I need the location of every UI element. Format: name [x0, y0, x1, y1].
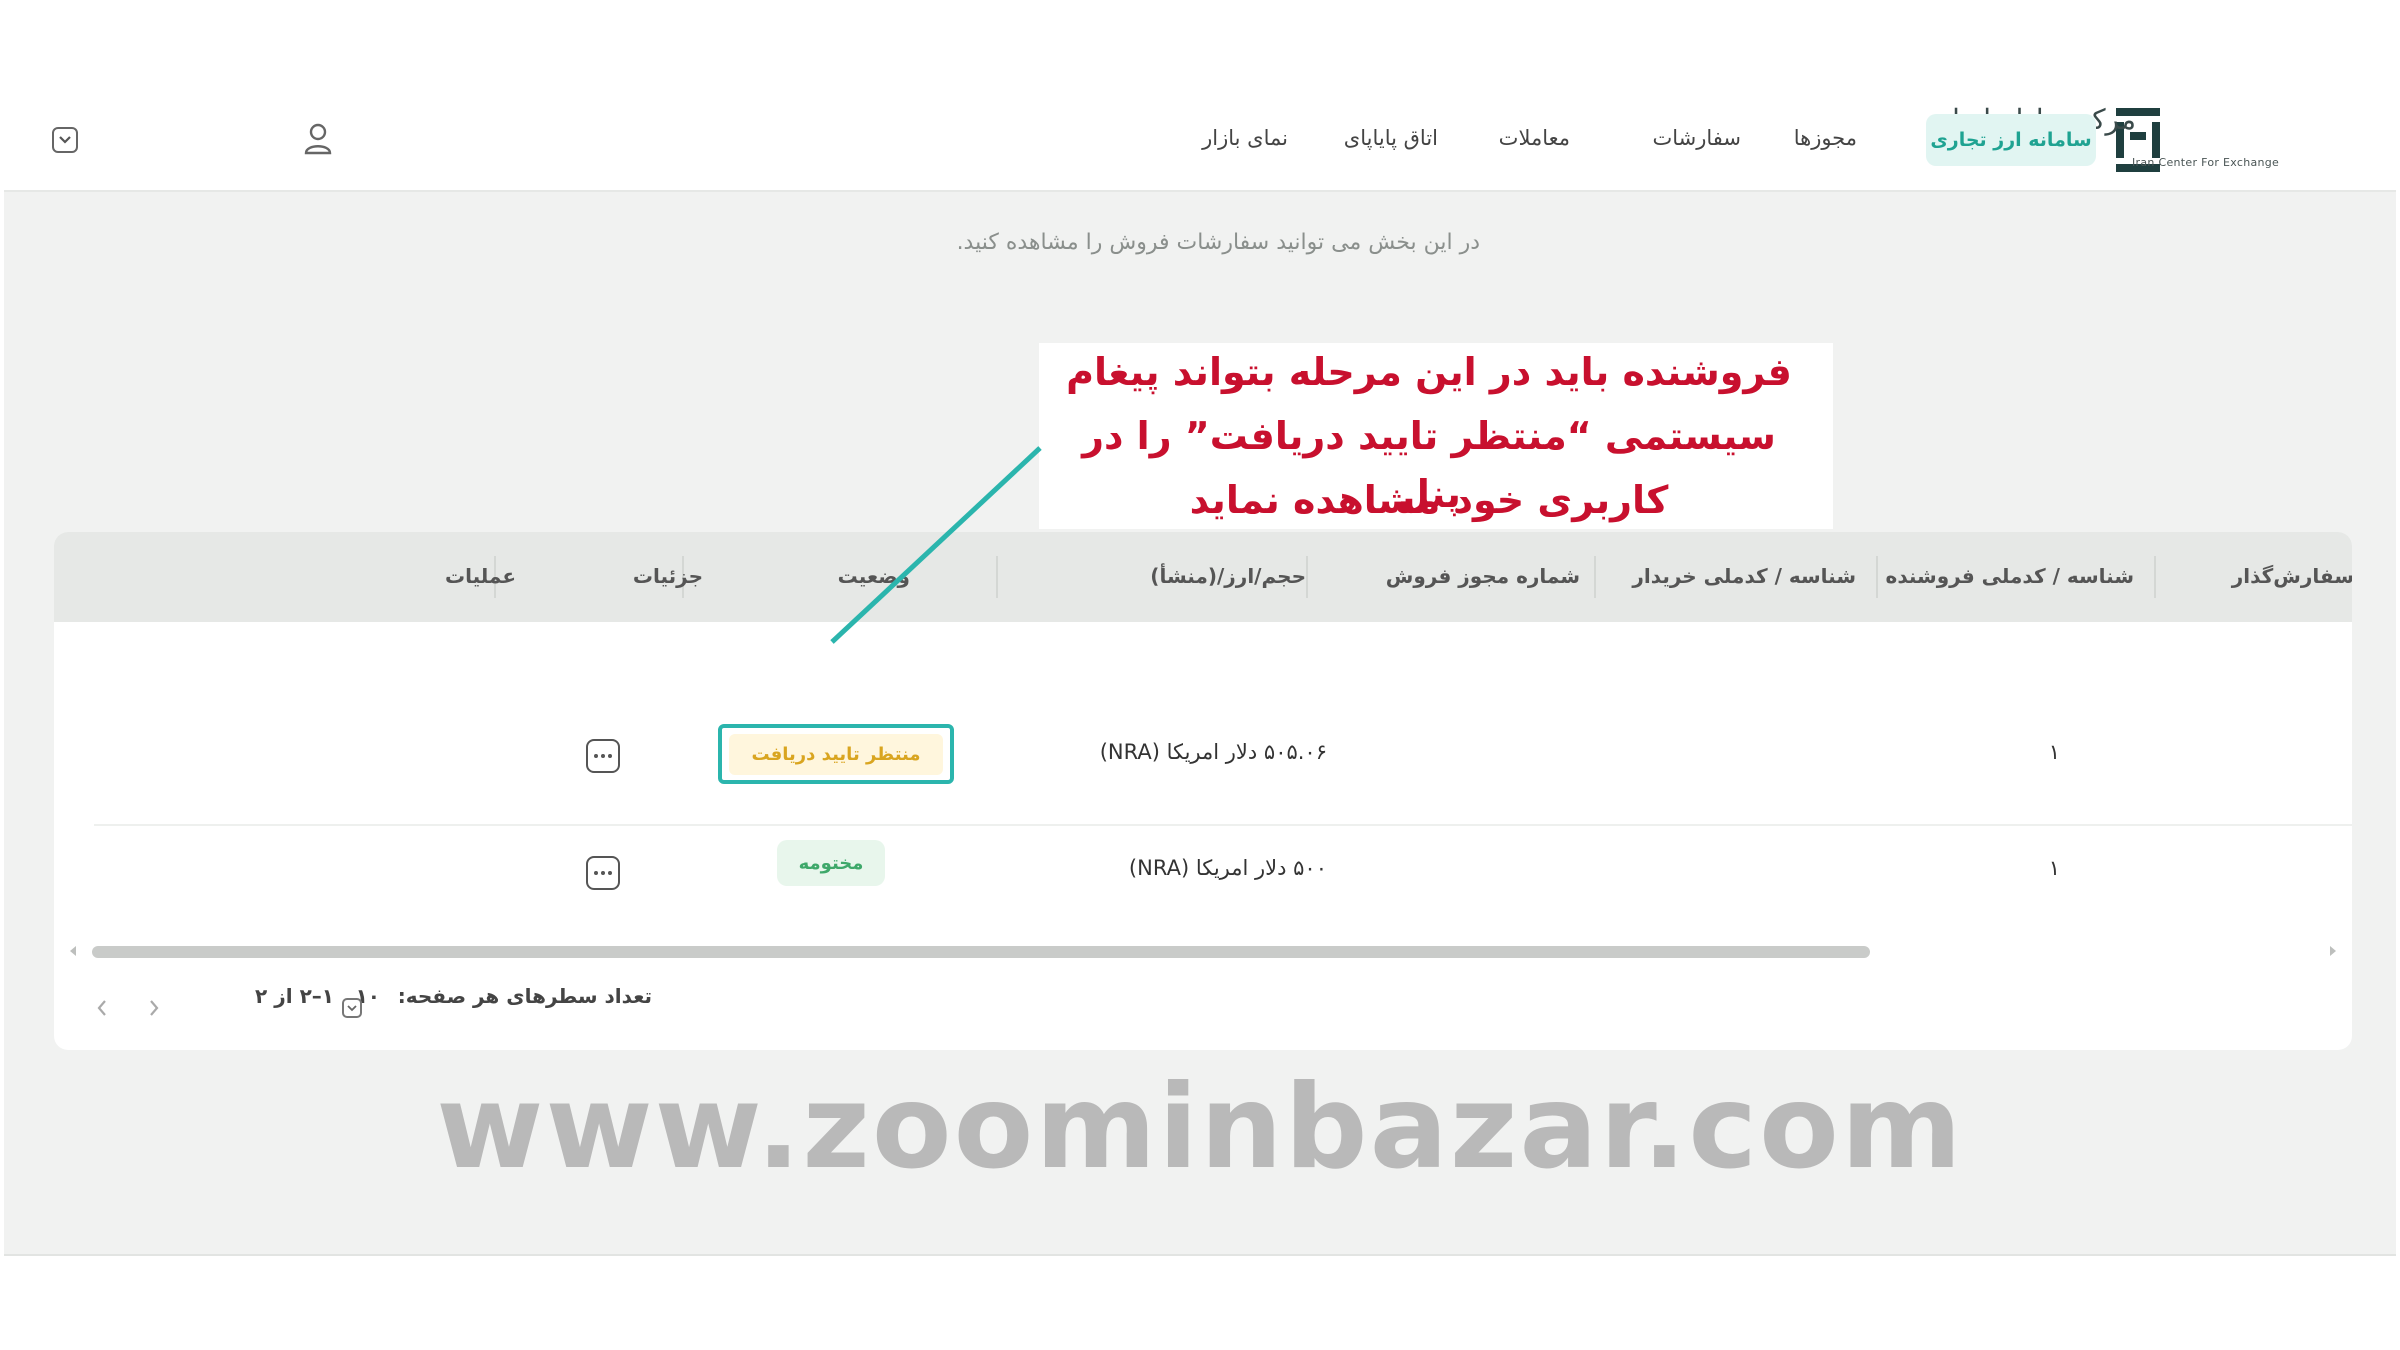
column-divider: [1876, 556, 1878, 598]
callout-line-1: فروشنده باید در این مرحله بتواند پیغام: [1066, 350, 1792, 394]
column-header-details: جزئیات: [632, 564, 703, 588]
dot: [594, 754, 598, 758]
status-badge-pending: منتظر تایید دریافت: [718, 724, 954, 784]
pagination-bar: تعداد سطرهای هر صفحه: ۱۰ ۱–۲ از ۲: [54, 960, 2352, 1050]
nav-item-trades[interactable]: معاملات: [1499, 126, 1570, 150]
rows-per-page-label: تعداد سطرهای هر صفحه:: [397, 984, 652, 1008]
column-header-status: وضعیت: [837, 564, 910, 588]
row-divider: [94, 824, 2352, 826]
column-divider: [996, 556, 998, 598]
dot: [601, 871, 605, 875]
dot: [601, 754, 605, 758]
dot: [608, 871, 612, 875]
scrollbar-thumb[interactable]: [92, 946, 1870, 958]
column-header-orderer: سفارش‌گذار: [2231, 564, 2352, 588]
scroll-left-icon[interactable]: [66, 944, 80, 958]
column-header-buyer-id: شناسه / کدملی خریدار: [1632, 564, 1856, 588]
dot: [608, 754, 612, 758]
nav-item-market-view[interactable]: نمای بازار: [1202, 126, 1288, 150]
column-header-license-number: شماره مجوز فروش: [1385, 564, 1580, 588]
column-divider: [2154, 556, 2156, 598]
previous-page-icon[interactable]: [92, 996, 112, 1020]
column-header-operations: عملیات: [444, 564, 516, 588]
chevron-down-icon[interactable]: [52, 127, 78, 153]
nav-item-clearing-room[interactable]: اتاق پایاپای: [1344, 126, 1438, 150]
amount-cell: ۵۰۰ دلار امریکا (NRA): [1128, 856, 1327, 880]
dot: [594, 871, 598, 875]
callout-line-3: کاربری خود مشاهده نماید: [1189, 478, 1669, 522]
seller-id-cell: ۱: [2048, 856, 2060, 880]
horizontal-scrollbar[interactable]: [66, 942, 2340, 960]
top-navigation-bar: مرکز مبادله ایران Iran Center For Exchan…: [4, 90, 2396, 192]
orders-table: سفارش‌گذار شناسه / کدملی فروشنده شناسه /…: [54, 532, 2352, 974]
app-window: مرکز مبادله ایران Iran Center For Exchan…: [4, 90, 2396, 1256]
status-badge-closed: مختومه: [777, 840, 885, 886]
column-divider: [1594, 556, 1596, 598]
table-header-row: سفارش‌گذار شناسه / کدملی فروشنده شناسه /…: [54, 532, 2352, 622]
column-divider: [1306, 556, 1308, 598]
logo-text-en: Iran Center For Exchange: [2132, 156, 2280, 169]
nav-item-licenses[interactable]: مجوزها: [1794, 126, 1857, 150]
page-subtitle: در این بخش می توانید سفارشات فروش را مشا…: [956, 230, 1480, 255]
column-header-amount: حجم/ارز/(منشأ): [1150, 564, 1306, 588]
page-range: ۱–۲ از ۲: [255, 984, 334, 1008]
chevron-down-icon[interactable]: [342, 998, 362, 1018]
column-header-seller-id: شناسه / کدملی فروشنده: [1885, 564, 2134, 588]
callout-annotation: فروشنده باید در این مرحله بتواند پیغام س…: [1039, 343, 1833, 529]
nav-item-orders[interactable]: سفارشات: [1652, 126, 1741, 150]
next-page-icon[interactable]: [144, 996, 164, 1020]
scroll-right-icon[interactable]: [2326, 944, 2340, 958]
details-button[interactable]: [586, 739, 620, 773]
seller-id-cell: ۱: [2048, 740, 2060, 764]
amount-cell: ۵۰۵.۰۶ دلار امریکا (NRA): [1099, 740, 1327, 764]
trade-currency-system-button[interactable]: سامانه ارز تجاری: [1926, 114, 2096, 166]
details-button[interactable]: [586, 856, 620, 890]
user-icon[interactable]: [304, 123, 332, 155]
status-label: منتظر تایید دریافت: [729, 733, 943, 775]
